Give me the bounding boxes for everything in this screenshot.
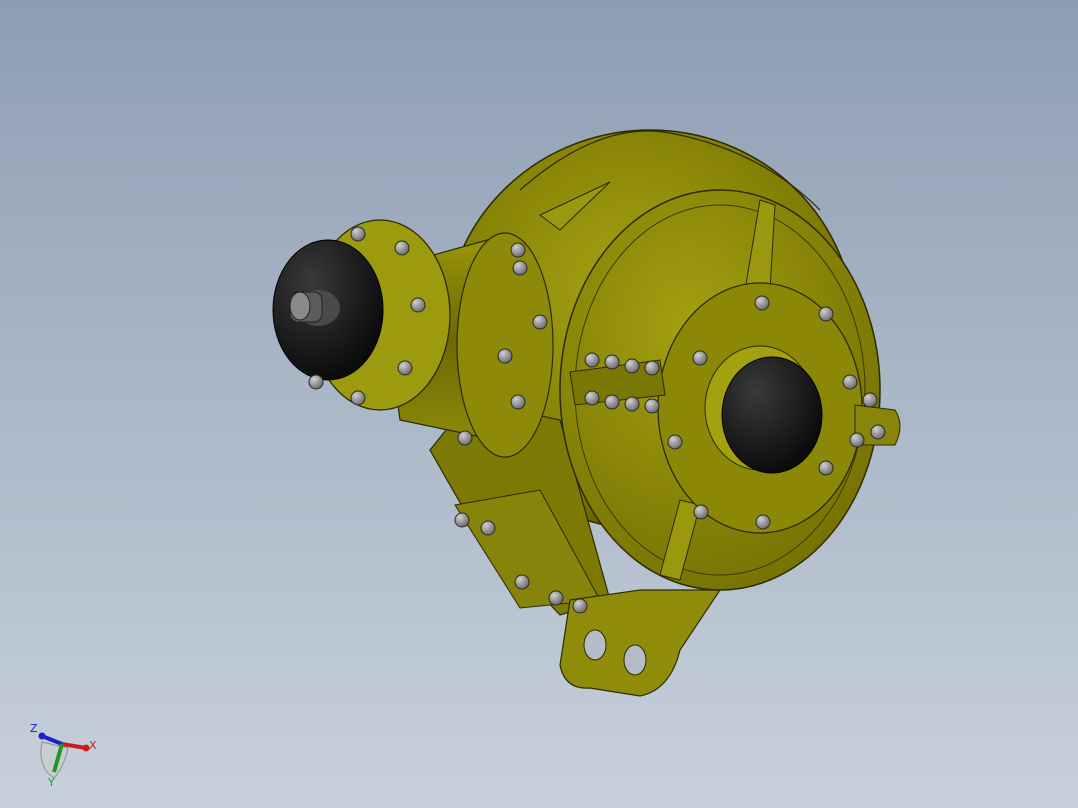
bolt-head xyxy=(604,354,620,370)
bolt-head xyxy=(532,314,548,330)
output-shaft-cap[interactable] xyxy=(721,356,823,474)
bolt-head xyxy=(692,350,708,366)
bolt-head xyxy=(624,358,640,374)
graphics-viewport[interactable]: X Z Y xyxy=(0,0,1078,808)
bolt-head xyxy=(410,297,426,313)
bolt-head xyxy=(755,514,771,530)
bolt-head xyxy=(308,374,324,390)
bolt-head xyxy=(454,512,470,528)
bolt-head xyxy=(693,504,709,520)
bolt-head xyxy=(624,396,640,412)
bolt-head xyxy=(584,352,600,368)
z-axis-label: Z xyxy=(30,722,38,735)
adapter-rear-flange[interactable] xyxy=(456,232,554,458)
bolt-head xyxy=(394,240,410,256)
y-axis-label: Y xyxy=(47,776,55,789)
triad-base-shape xyxy=(40,741,69,779)
view-orientation-triad[interactable]: X Z Y xyxy=(22,712,112,792)
bolt-head xyxy=(350,226,366,242)
bolt-head xyxy=(350,390,366,406)
input-shaft-end xyxy=(289,291,311,321)
bolt-head xyxy=(584,390,600,406)
bolt-head xyxy=(604,394,620,410)
gearbox-3d-model[interactable] xyxy=(0,0,1078,808)
bolt-head xyxy=(510,394,526,410)
bolt-head xyxy=(842,374,858,390)
bolt-head xyxy=(572,598,588,614)
bolt-head xyxy=(849,432,865,448)
bolt-head xyxy=(754,295,770,311)
bolt-head xyxy=(457,430,473,446)
z-axis-cap xyxy=(38,732,46,740)
bolt-head xyxy=(548,590,564,606)
bolt-head xyxy=(397,360,413,376)
lug-hole-left xyxy=(583,629,607,661)
x-axis-label: X xyxy=(89,739,97,752)
bolt-head xyxy=(862,392,878,408)
lug-hole-right xyxy=(623,644,647,676)
bolt-head xyxy=(510,242,526,258)
bolt-head xyxy=(870,424,886,440)
bolt-head xyxy=(480,520,496,536)
bolt-head xyxy=(644,360,660,376)
bolt-head xyxy=(497,348,513,364)
bolt-head xyxy=(818,306,834,322)
bolt-head xyxy=(818,460,834,476)
bolt-head xyxy=(667,434,683,450)
bolt-head xyxy=(644,398,660,414)
bolt-head xyxy=(512,260,528,276)
bolt-head xyxy=(514,574,530,590)
